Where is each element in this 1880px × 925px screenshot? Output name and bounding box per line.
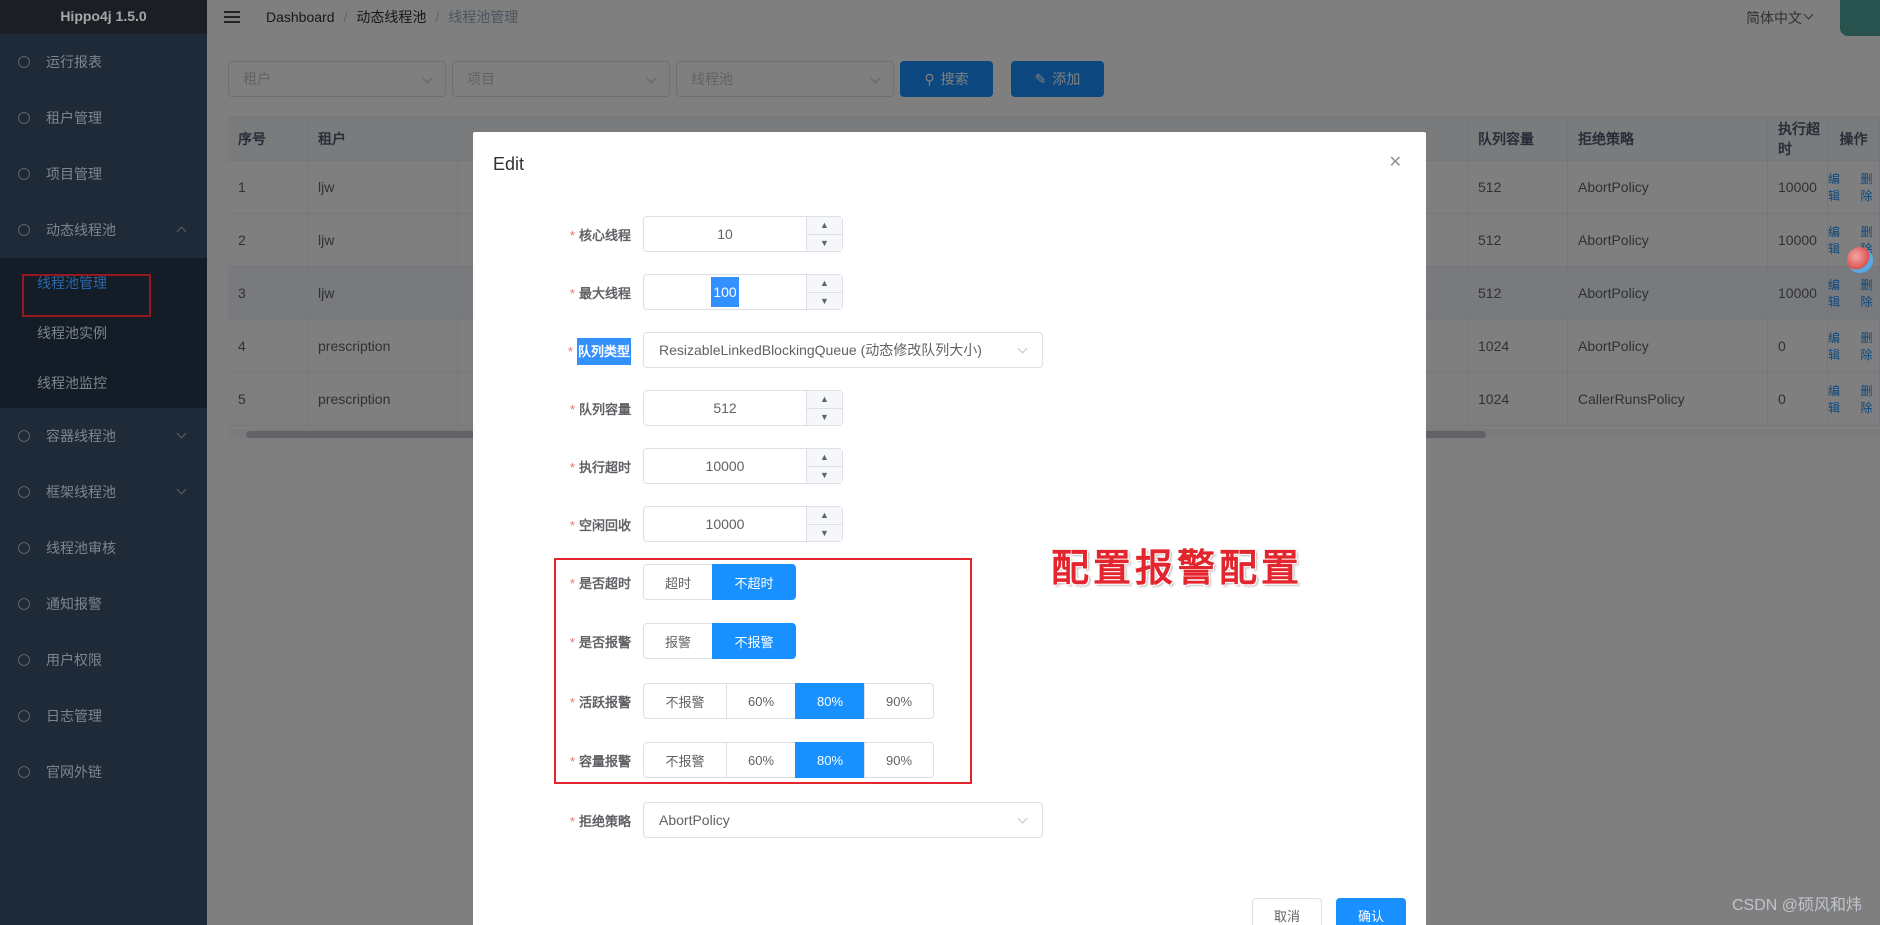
annotation-text: 配置报警配置 bbox=[1051, 545, 1304, 590]
dialog-title: Edit bbox=[493, 154, 525, 174]
edit-dialog: Edit ✕ * 核心线程 10 ▲ ▼ * 最大线程 100 ▲ ▼ * 队列类型 Resi… bbox=[473, 132, 1426, 925]
close-icon[interactable]: ✕ bbox=[1389, 152, 1402, 172]
cancel-button[interactable]: 取消 bbox=[1252, 898, 1322, 925]
queue-capacity-input[interactable]: 512 ▲ ▼ bbox=[643, 390, 843, 426]
reject-policy-select[interactable]: AbortPolicy bbox=[643, 802, 1043, 838]
chevron-down-icon bbox=[1017, 343, 1028, 354]
increase-icon[interactable]: ▲ bbox=[807, 507, 842, 525]
form-row-queue-capacity: * 队列容量 512 ▲ ▼ bbox=[473, 390, 843, 426]
decrease-icon[interactable]: ▼ bbox=[807, 408, 842, 425]
sidebar-dim bbox=[0, 0, 207, 925]
form-row-reject: * 拒绝策略 AbortPolicy bbox=[473, 802, 1043, 838]
max-threads-input[interactable]: 100 ▲ ▼ bbox=[643, 274, 843, 310]
keepalive-input[interactable]: 10000 ▲ ▼ bbox=[643, 506, 843, 542]
highlight-box bbox=[554, 558, 972, 784]
form-row-core: * 核心线程 10 ▲ ▼ bbox=[473, 216, 843, 252]
form-row-exec-timeout: * 执行超时 10000 ▲ ▼ bbox=[473, 448, 843, 484]
decrease-icon[interactable]: ▼ bbox=[807, 524, 842, 541]
core-threads-input[interactable]: 10 ▲ ▼ bbox=[643, 216, 843, 252]
increase-icon[interactable]: ▲ bbox=[807, 391, 842, 409]
form-row-keepalive: * 空闲回收 10000 ▲ ▼ bbox=[473, 506, 843, 542]
floating-ball-icon[interactable] bbox=[1847, 247, 1873, 273]
chevron-down-icon bbox=[1017, 813, 1028, 824]
decrease-icon[interactable]: ▼ bbox=[807, 234, 842, 251]
increase-icon[interactable]: ▲ bbox=[807, 449, 842, 467]
form-row-max: * 最大线程 100 ▲ ▼ bbox=[473, 274, 843, 310]
decrease-icon[interactable]: ▼ bbox=[807, 466, 842, 483]
form-row-queue-type: * 队列类型 ResizableLinkedBlockingQueue (动态修改… bbox=[473, 332, 1043, 368]
increase-icon[interactable]: ▲ bbox=[807, 217, 842, 235]
confirm-button[interactable]: 确认 bbox=[1336, 898, 1406, 925]
exec-timeout-input[interactable]: 10000 ▲ ▼ bbox=[643, 448, 843, 484]
watermark: CSDN @硕风和炜 bbox=[1731, 897, 1862, 914]
queue-type-select[interactable]: ResizableLinkedBlockingQueue (动态修改队列大小) bbox=[643, 332, 1043, 368]
decrease-icon[interactable]: ▼ bbox=[807, 292, 842, 309]
increase-icon[interactable]: ▲ bbox=[807, 275, 842, 293]
